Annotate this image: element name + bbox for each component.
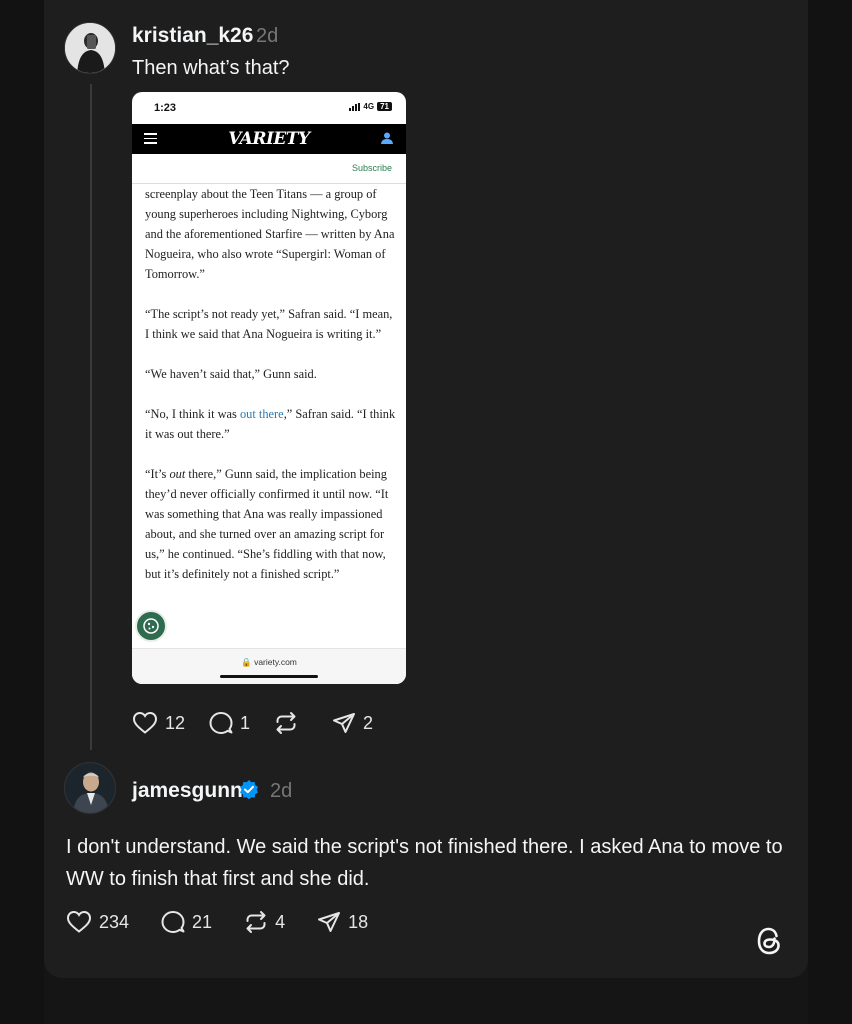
url-text: variety.com <box>254 657 297 667</box>
status-network: 4G 71 <box>349 102 392 111</box>
heart-icon <box>66 910 92 933</box>
avatar-jamesgunn[interactable] <box>64 762 116 814</box>
phone-status-bar: 1:23 4G 71 <box>132 92 406 124</box>
send-icon <box>333 713 356 733</box>
reply-bubble-icon <box>161 911 185 933</box>
status-clock: 1:23 <box>154 102 177 114</box>
reply-count: 1 <box>240 712 251 733</box>
repost-count: 4 <box>275 911 286 932</box>
repost-icon <box>246 911 266 933</box>
like-count: 12 <box>165 712 186 733</box>
reply-count: 21 <box>192 911 213 932</box>
post2-action-bar: 234 21 4 18 <box>66 910 368 934</box>
home-indicator <box>220 675 318 678</box>
account-icon <box>380 131 394 150</box>
post-time: 2d <box>270 780 293 802</box>
post-time: 2d <box>256 25 279 47</box>
subscribe-bar: Subscribe <box>132 154 406 184</box>
article-paragraph: “It’s out there,” Gunn said, the implica… <box>145 464 397 584</box>
article-paragraph: screenplay about the Teen Titans — a gro… <box>145 187 395 281</box>
share-button[interactable]: 2 <box>332 711 373 735</box>
url-label: 🔒 variety.com <box>241 657 297 667</box>
paragraph-text: “No, I think it was <box>145 407 240 421</box>
article-body: screenplay about the Teen Titans — a gro… <box>145 184 397 604</box>
like-button[interactable]: 234 <box>66 910 129 934</box>
share-count: 2 <box>363 712 374 733</box>
repost-icon <box>276 712 296 734</box>
subscribe-link: Subscribe <box>351 163 392 173</box>
share-count: 18 <box>348 911 369 932</box>
avatar-kristian[interactable] <box>64 22 116 74</box>
repost-button[interactable] <box>274 711 298 735</box>
browser-footer: 🔒 variety.com <box>132 648 406 684</box>
thread-connector-line <box>90 84 92 750</box>
variety-logo: VARIETY <box>228 129 310 149</box>
emphasis-text: out <box>169 467 186 481</box>
article-paragraph: “No, I think it was out there,” Safran s… <box>145 404 397 444</box>
verified-badge-icon <box>239 779 259 804</box>
article-screenshot-image[interactable]: 1:23 4G 71 VARIETY Subscribe screenplay … <box>132 92 406 684</box>
username-kristian[interactable]: kristian_k26 <box>132 24 253 48</box>
share-button[interactable]: 18 <box>317 910 368 934</box>
article-paragraph: “The script’s not ready yet,” Safran sai… <box>145 307 393 341</box>
page-margin-left <box>0 0 44 1024</box>
variety-navbar: VARIETY <box>132 124 406 154</box>
article-link: out there <box>239 407 284 421</box>
article-paragraph: “We haven’t said that,” Gunn said. <box>145 367 317 381</box>
reply-button[interactable]: 21 <box>161 910 212 934</box>
cookie-icon <box>135 610 167 642</box>
page-margin-right <box>808 0 852 1024</box>
send-icon <box>318 912 341 932</box>
reply-button[interactable]: 1 <box>209 711 250 735</box>
like-count: 234 <box>99 911 130 932</box>
reply-bubble-icon <box>209 712 233 734</box>
paragraph-text: “It’s <box>145 467 170 481</box>
threads-logo-icon <box>754 924 784 963</box>
repost-button[interactable]: 4 <box>244 910 285 934</box>
like-button[interactable]: 12 <box>132 711 185 735</box>
battery-icon: 71 <box>377 102 392 111</box>
heart-icon <box>132 711 158 734</box>
username-jamesgunn[interactable]: jamesgunn <box>132 779 243 803</box>
signal-icon <box>349 102 361 111</box>
post1-action-bar: 12 1 2 <box>132 711 373 735</box>
network-label: 4G <box>363 102 375 111</box>
paragraph-text: there,” Gunn said, the implication being… <box>145 467 389 581</box>
post-text: Then what’s that? <box>132 57 290 79</box>
post-text: I don't understand. We said the script's… <box>66 836 783 890</box>
